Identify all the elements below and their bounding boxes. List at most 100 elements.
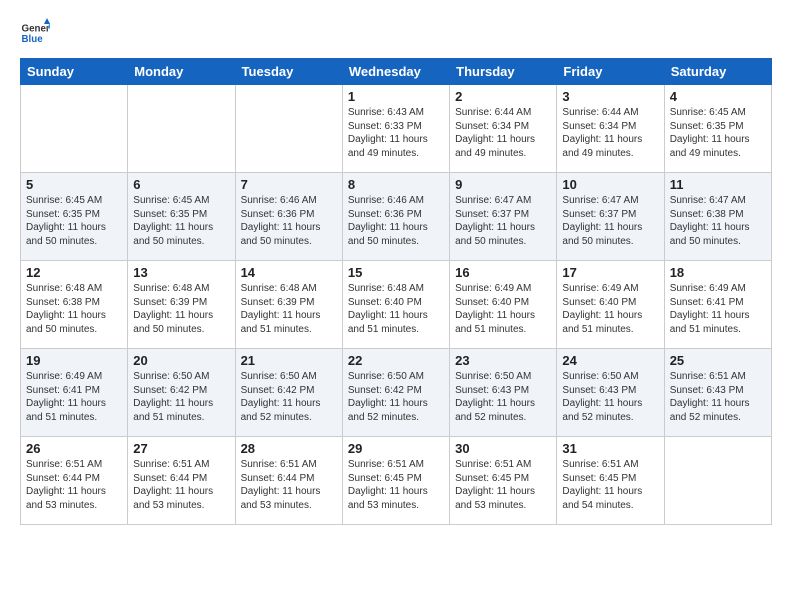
day-header-wednesday: Wednesday <box>342 59 449 85</box>
calendar-cell: 18Sunrise: 6:49 AM Sunset: 6:41 PM Dayli… <box>664 261 771 349</box>
day-number: 30 <box>455 441 551 456</box>
day-number: 31 <box>562 441 658 456</box>
svg-text:General: General <box>22 24 51 35</box>
cell-content: Sunrise: 6:45 AM Sunset: 6:35 PM Dayligh… <box>26 194 122 248</box>
calendar-cell: 27 Sunrise: 6:51 AM Sunset: 6:44 PM Dayli… <box>128 437 235 525</box>
day-number: 20 <box>133 353 229 368</box>
calendar-cell: 12 Sunrise: 6:48 AM Sunset: 6:38 PM Dayli… <box>21 261 128 349</box>
day-number: 27 <box>133 441 229 456</box>
cell-content: Sunrise: 6:44 AM Sunset: 6:34 PM Dayligh… <box>455 106 551 160</box>
svg-text:Blue: Blue <box>22 34 44 45</box>
cell-content: Sunrise: 6:45 AM Sunset: 6:35 PM Dayligh… <box>670 106 766 160</box>
day-number: 5 <box>26 177 122 192</box>
cell-content: Sunrise: 6:51 AM Sunset: 6:43 PM Dayligh… <box>670 370 766 424</box>
day-number: 29 <box>348 441 444 456</box>
week-row-2: 12 Sunrise: 6:48 AM Sunset: 6:38 PM Dayli… <box>21 261 772 349</box>
calendar-cell: 26 Sunrise: 6:51 AM Sunset: 6:44 PM Dayli… <box>21 437 128 525</box>
calendar-cell <box>664 437 771 525</box>
week-row-1: 5 Sunrise: 6:45 AM Sunset: 6:35 PM Daylig… <box>21 173 772 261</box>
calendar-cell: 16 Sunrise: 6:49 AM Sunset: 6:40 PM Dayli… <box>450 261 557 349</box>
day-header-sunday: Sunday <box>21 59 128 85</box>
day-number: 19 <box>26 353 122 368</box>
day-number: 22 <box>348 353 444 368</box>
cell-content: Sunrise: 6:49 AM Sunset: 6:40 PM Dayligh… <box>455 282 551 336</box>
cell-content: Sunrise: 6:45 AM Sunset: 6:35 PM Dayligh… <box>133 194 229 248</box>
calendar-cell: 4 Sunrise: 6:45 AM Sunset: 6:35 PM Daylig… <box>664 85 771 173</box>
day-number: 21 <box>241 353 337 368</box>
day-header-tuesday: Tuesday <box>235 59 342 85</box>
cell-content: Sunrise: 6:48 AM Sunset: 6:39 PM Dayligh… <box>241 282 337 336</box>
day-number: 2 <box>455 89 551 104</box>
cell-content: Sunrise: 6:51 AM Sunset: 6:44 PM Dayligh… <box>26 458 122 512</box>
calendar-cell: 8Sunrise: 6:46 AM Sunset: 6:36 PM Daylig… <box>342 173 449 261</box>
cell-content: Sunrise: 6:50 AM Sunset: 6:43 PM Dayligh… <box>562 370 658 424</box>
calendar-cell: 17 Sunrise: 6:49 AM Sunset: 6:40 PM Dayli… <box>557 261 664 349</box>
day-number: 6 <box>133 177 229 192</box>
calendar-header-row: SundayMondayTuesdayWednesdayThursdayFrid… <box>21 59 772 85</box>
day-number: 25 <box>670 353 766 368</box>
day-number: 3 <box>562 89 658 104</box>
calendar-cell <box>21 85 128 173</box>
cell-content: Sunrise: 6:47 AM Sunset: 6:37 PM Dayligh… <box>562 194 658 248</box>
calendar-cell <box>235 85 342 173</box>
calendar-cell: 23Sunrise: 6:50 AM Sunset: 6:43 PM Dayli… <box>450 349 557 437</box>
cell-content: Sunrise: 6:50 AM Sunset: 6:42 PM Dayligh… <box>348 370 444 424</box>
day-header-monday: Monday <box>128 59 235 85</box>
day-number: 23 <box>455 353 551 368</box>
calendar-cell: 24 Sunrise: 6:50 AM Sunset: 6:43 PM Dayli… <box>557 349 664 437</box>
day-number: 11 <box>670 177 766 192</box>
calendar-cell: 3 Sunrise: 6:44 AM Sunset: 6:34 PM Daylig… <box>557 85 664 173</box>
cell-content: Sunrise: 6:48 AM Sunset: 6:39 PM Dayligh… <box>133 282 229 336</box>
day-number: 15 <box>348 265 444 280</box>
calendar-cell: 9Sunrise: 6:47 AM Sunset: 6:37 PM Daylig… <box>450 173 557 261</box>
calendar-cell: 21 Sunrise: 6:50 AM Sunset: 6:42 PM Dayli… <box>235 349 342 437</box>
calendar-cell: 25 Sunrise: 6:51 AM Sunset: 6:43 PM Dayli… <box>664 349 771 437</box>
cell-content: Sunrise: 6:49 AM Sunset: 6:41 PM Dayligh… <box>670 282 766 336</box>
day-number: 17 <box>562 265 658 280</box>
day-header-thursday: Thursday <box>450 59 557 85</box>
day-number: 16 <box>455 265 551 280</box>
day-number: 8 <box>348 177 444 192</box>
day-number: 24 <box>562 353 658 368</box>
calendar-cell: 11 Sunrise: 6:47 AM Sunset: 6:38 PM Dayli… <box>664 173 771 261</box>
day-number: 4 <box>670 89 766 104</box>
cell-content: Sunrise: 6:47 AM Sunset: 6:38 PM Dayligh… <box>670 194 766 248</box>
cell-content: Sunrise: 6:50 AM Sunset: 6:42 PM Dayligh… <box>241 370 337 424</box>
calendar-cell: 29 Sunrise: 6:51 AM Sunset: 6:45 PM Dayli… <box>342 437 449 525</box>
calendar-cell: 13Sunrise: 6:48 AM Sunset: 6:39 PM Dayli… <box>128 261 235 349</box>
day-number: 1 <box>348 89 444 104</box>
cell-content: Sunrise: 6:46 AM Sunset: 6:36 PM Dayligh… <box>241 194 337 248</box>
calendar-cell: 2 Sunrise: 6:44 AM Sunset: 6:34 PM Daylig… <box>450 85 557 173</box>
header-row: General Blue <box>20 18 772 48</box>
calendar-cell: 6 Sunrise: 6:45 AM Sunset: 6:35 PM Daylig… <box>128 173 235 261</box>
calendar-cell: 30 Sunrise: 6:51 AM Sunset: 6:45 PM Dayli… <box>450 437 557 525</box>
day-number: 26 <box>26 441 122 456</box>
cell-content: Sunrise: 6:51 AM Sunset: 6:45 PM Dayligh… <box>562 458 658 512</box>
calendar-cell: 19 Sunrise: 6:49 AM Sunset: 6:41 PM Dayli… <box>21 349 128 437</box>
week-row-4: 26 Sunrise: 6:51 AM Sunset: 6:44 PM Dayli… <box>21 437 772 525</box>
calendar-cell <box>128 85 235 173</box>
week-row-3: 19 Sunrise: 6:49 AM Sunset: 6:41 PM Dayli… <box>21 349 772 437</box>
cell-content: Sunrise: 6:49 AM Sunset: 6:41 PM Dayligh… <box>26 370 122 424</box>
calendar-cell: 22 Sunrise: 6:50 AM Sunset: 6:42 PM Dayli… <box>342 349 449 437</box>
calendar-cell: 15 Sunrise: 6:48 AM Sunset: 6:40 PM Dayli… <box>342 261 449 349</box>
calendar-cell: 31 Sunrise: 6:51 AM Sunset: 6:45 PM Dayli… <box>557 437 664 525</box>
cell-content: Sunrise: 6:51 AM Sunset: 6:44 PM Dayligh… <box>133 458 229 512</box>
calendar-cell: 28Sunrise: 6:51 AM Sunset: 6:44 PM Dayli… <box>235 437 342 525</box>
day-number: 12 <box>26 265 122 280</box>
cell-content: Sunrise: 6:51 AM Sunset: 6:45 PM Dayligh… <box>348 458 444 512</box>
calendar-cell: 14 Sunrise: 6:48 AM Sunset: 6:39 PM Dayli… <box>235 261 342 349</box>
cell-content: Sunrise: 6:49 AM Sunset: 6:40 PM Dayligh… <box>562 282 658 336</box>
cell-content: Sunrise: 6:48 AM Sunset: 6:40 PM Dayligh… <box>348 282 444 336</box>
cell-content: Sunrise: 6:44 AM Sunset: 6:34 PM Dayligh… <box>562 106 658 160</box>
calendar-cell: 10Sunrise: 6:47 AM Sunset: 6:37 PM Dayli… <box>557 173 664 261</box>
cell-content: Sunrise: 6:47 AM Sunset: 6:37 PM Dayligh… <box>455 194 551 248</box>
calendar-body: 1 Sunrise: 6:43 AM Sunset: 6:33 PM Daylig… <box>21 85 772 525</box>
cell-content: Sunrise: 6:50 AM Sunset: 6:42 PM Dayligh… <box>133 370 229 424</box>
cell-content: Sunrise: 6:48 AM Sunset: 6:38 PM Dayligh… <box>26 282 122 336</box>
cell-content: Sunrise: 6:51 AM Sunset: 6:45 PM Dayligh… <box>455 458 551 512</box>
day-number: 14 <box>241 265 337 280</box>
logo: General Blue <box>20 18 50 48</box>
cell-content: Sunrise: 6:43 AM Sunset: 6:33 PM Dayligh… <box>348 106 444 160</box>
week-row-0: 1 Sunrise: 6:43 AM Sunset: 6:33 PM Daylig… <box>21 85 772 173</box>
